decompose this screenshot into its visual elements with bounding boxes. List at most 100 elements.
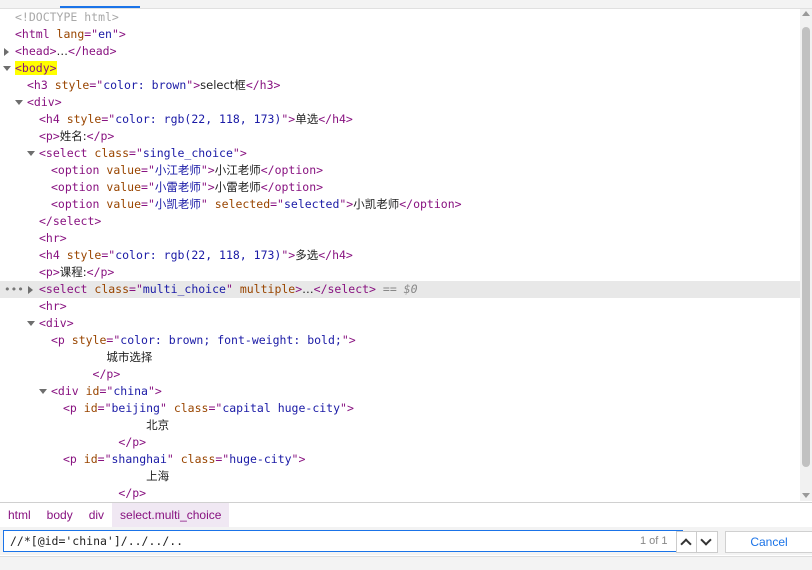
tree-node[interactable]: <body> [0, 60, 800, 77]
tree-node[interactable]: </select> [0, 213, 800, 230]
markup-tag: =" [106, 333, 121, 347]
triangle-down-icon[interactable] [39, 389, 47, 394]
tree-node[interactable]: 上海 [0, 468, 800, 485]
markup-val: china [113, 384, 148, 398]
selected-tree-node[interactable]: ••• <select class="multi_choice" multiple… [0, 281, 800, 298]
breadcrumb-item[interactable]: body [39, 503, 81, 527]
markup-attr: style [66, 112, 102, 126]
tree-node[interactable]: </p> [0, 434, 800, 451]
tree-node[interactable]: <option value="小凯老师" selected="selected"… [0, 196, 800, 213]
tree-node[interactable]: <p>课程:</p> [0, 264, 800, 281]
markup-attr: style [71, 333, 107, 347]
triangle-right-icon[interactable] [4, 48, 9, 56]
tree-node[interactable]: <html lang="en"> [0, 26, 800, 43]
dom-tree-scrollbar[interactable] [800, 9, 812, 501]
console-drawer-edge [0, 556, 812, 570]
markup-attr: class [94, 146, 130, 160]
scroll-up-icon[interactable] [802, 11, 810, 16]
markup-tag: =" [270, 197, 284, 211]
tree-node[interactable]: <select class="single_choice"> [0, 145, 800, 162]
tree-node[interactable]: 北京 [0, 417, 800, 434]
node-markup: <body> [15, 60, 57, 77]
breadcrumb: html body div select.multi_choice [0, 502, 812, 528]
tree-node[interactable]: <option value="小雷老师">小雷老师</option> [0, 179, 800, 196]
markup-tag: </p> [118, 486, 147, 500]
triangle-down-icon[interactable] [3, 66, 11, 71]
tree-node[interactable]: <p>姓名:</p> [0, 128, 800, 145]
tree-node[interactable]: <div> [0, 315, 800, 332]
markup-attr: multiple [239, 282, 296, 296]
breadcrumb-item[interactable]: select.multi_choice [112, 503, 230, 527]
markup-tag: =" [141, 163, 155, 177]
markup-tag: " [159, 401, 174, 415]
tree-node[interactable]: </p> [0, 366, 800, 383]
markup-val: beijing [111, 401, 160, 415]
markup-tag: <p [51, 333, 72, 347]
markup-attr: class [173, 401, 209, 415]
markup-val: color: brown [103, 78, 187, 92]
node-markup: 城市选择 [51, 349, 152, 366]
markup-tag: <h4 [39, 248, 67, 262]
tree-node[interactable]: <div id="china"> [0, 383, 800, 400]
scroll-down-icon[interactable] [802, 493, 810, 498]
dom-tree[interactable]: <!DOCTYPE html> <html lang="en"> <head>…</… [0, 9, 800, 501]
tree-node[interactable]: <p id="shanghai" class="huge-city"> [0, 451, 800, 468]
next-match-button[interactable] [696, 531, 718, 553]
tree-node[interactable]: <hr> [0, 230, 800, 247]
chevron-down-icon [700, 534, 712, 546]
tree-node[interactable]: <head>…</head> [0, 43, 800, 60]
markup-tag: <p> [39, 265, 60, 279]
markup-tag: </p> [118, 435, 147, 449]
tree-node[interactable]: <h3 style="color: brown">select框</h3> [0, 77, 800, 94]
breadcrumb-item[interactable]: div [81, 503, 112, 527]
markup-txt: 北京 [146, 418, 170, 432]
tree-node[interactable]: 城市选择 [0, 349, 800, 366]
triangle-down-icon[interactable] [27, 321, 35, 326]
tree-node[interactable]: </p> [0, 485, 800, 501]
triangle-down-icon[interactable] [27, 151, 35, 156]
tree-node[interactable]: <p style="color: brown; font-weight: bol… [0, 332, 800, 349]
tree-node[interactable]: <!DOCTYPE html> [0, 9, 800, 26]
node-markup: <hr> [39, 298, 67, 315]
markup-attr: selected [214, 197, 271, 211]
markup-tag: <select [39, 282, 95, 296]
markup-val: color: rgb(22, 118, 173) [115, 112, 282, 126]
node-markup: </p> [63, 434, 146, 451]
markup-tag: <head> [15, 44, 57, 58]
markup-tag: "> [232, 146, 247, 160]
markup-attr: class [180, 452, 216, 466]
node-markup: <p style="color: brown; font-weight: bol… [51, 332, 356, 349]
active-tab-indicator [60, 6, 140, 8]
markup-attr: style [66, 248, 102, 262]
scroll-thumb[interactable] [802, 27, 810, 467]
previous-match-button[interactable] [676, 531, 698, 553]
node-markup: </p> [51, 366, 121, 383]
tree-node[interactable]: <h4 style="color: rgb(22, 118, 173)">单选<… [0, 111, 800, 128]
markup-tag: "> [291, 452, 306, 466]
markup-tag: =" [99, 384, 114, 398]
breadcrumb-item[interactable]: html [0, 503, 39, 527]
node-markup: </p> [63, 485, 146, 501]
tree-node[interactable]: <div> [0, 94, 800, 111]
node-markup: <p id="beijing" class="capital huge-city… [63, 400, 354, 417]
tree-node[interactable]: <h4 style="color: rgb(22, 118, 173)">多选<… [0, 247, 800, 264]
markup-tag: </p> [92, 367, 121, 381]
triangle-right-icon[interactable] [28, 286, 33, 294]
node-markup: <h4 style="color: rgb(22, 118, 173)">多选<… [39, 247, 353, 264]
markup-tag: =" [101, 248, 116, 262]
node-markup: <option value="小凯老师" selected="selected"… [51, 196, 462, 213]
tree-node[interactable]: <hr> [0, 298, 800, 315]
markup-txt: 城市选择 [106, 350, 153, 364]
node-menu-icon[interactable]: ••• [4, 281, 24, 298]
tree-node[interactable]: <p id="beijing" class="capital huge-city… [0, 400, 800, 417]
node-markup: <div> [39, 315, 74, 332]
tree-node[interactable]: <option value="小江老师">小江老师</option> [0, 162, 800, 179]
markup-val: color: rgb(22, 118, 173) [115, 248, 282, 262]
markup-attr: id [83, 401, 98, 415]
triangle-down-icon[interactable] [15, 100, 23, 105]
node-markup: <p>姓名:</p> [39, 128, 114, 145]
cancel-button[interactable]: Cancel [725, 531, 812, 553]
markup-tag: </select> [39, 214, 102, 228]
markup-tag: =" [84, 27, 99, 41]
search-input[interactable] [3, 530, 683, 552]
